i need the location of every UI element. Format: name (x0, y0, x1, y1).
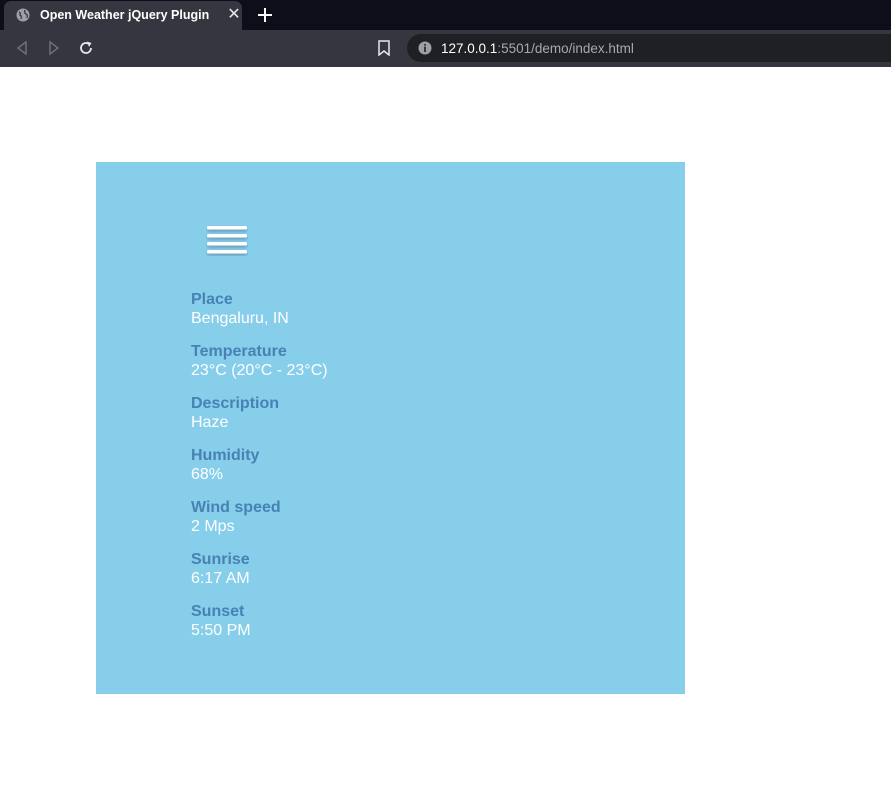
field-sunset: Sunset 5:50 PM (191, 603, 328, 640)
sunrise-value: 6:17 AM (191, 570, 250, 587)
back-icon[interactable] (14, 40, 30, 56)
reload-icon[interactable] (78, 40, 94, 56)
field-place: Place Bengaluru, IN (191, 291, 328, 328)
field-temperature: Temperature 23°C (20°C - 23°C) (191, 343, 328, 380)
forward-icon[interactable] (46, 40, 62, 56)
weather-info: Place Bengaluru, IN Temperature 23°C (20… (191, 291, 328, 655)
bookmark-icon[interactable] (377, 40, 391, 56)
close-tab-icon[interactable]: ✕ (226, 7, 242, 23)
description-value: Haze (191, 414, 229, 431)
url-host: 127.0.0.1 (441, 41, 498, 56)
field-wind-speed: Wind speed 2 Mps (191, 499, 328, 536)
field-humidity: Humidity 68% (191, 447, 328, 484)
sunset-label: Sunset (191, 603, 245, 620)
humidity-label: Humidity (191, 447, 260, 464)
tab-bar: Open Weather jQuery Plugin ✕ (0, 0, 891, 30)
field-sunrise: Sunrise 6:17 AM (191, 551, 328, 588)
info-icon[interactable] (418, 41, 432, 55)
url-path: :5501/demo/index.html (497, 41, 634, 56)
field-description: Description Haze (191, 395, 328, 432)
browser-tab[interactable]: Open Weather jQuery Plugin ✕ (4, 1, 242, 30)
haze-icon (207, 226, 247, 254)
weather-widget: Place Bengaluru, IN Temperature 23°C (20… (96, 162, 685, 694)
new-tab-icon[interactable] (256, 6, 274, 24)
tab-title: Open Weather jQuery Plugin (40, 8, 210, 22)
sunset-value: 5:50 PM (191, 622, 251, 639)
browser-toolbar: 127.0.0.1:5501/demo/index.html (0, 30, 891, 67)
humidity-value: 68% (191, 466, 224, 483)
address-bar[interactable]: 127.0.0.1:5501/demo/index.html (407, 34, 891, 62)
description-label: Description (191, 395, 280, 412)
temperature-value: 23°C (20°C - 23°C) (191, 362, 328, 379)
temperature-label: Temperature (191, 343, 287, 360)
globe-icon (16, 8, 30, 22)
sunrise-label: Sunrise (191, 551, 250, 568)
place-value: Bengaluru, IN (191, 310, 289, 327)
wind-speed-label: Wind speed (191, 499, 281, 516)
place-label: Place (191, 291, 233, 308)
url-text[interactable]: 127.0.0.1:5501/demo/index.html (441, 41, 634, 56)
wind-speed-value: 2 Mps (191, 518, 235, 535)
